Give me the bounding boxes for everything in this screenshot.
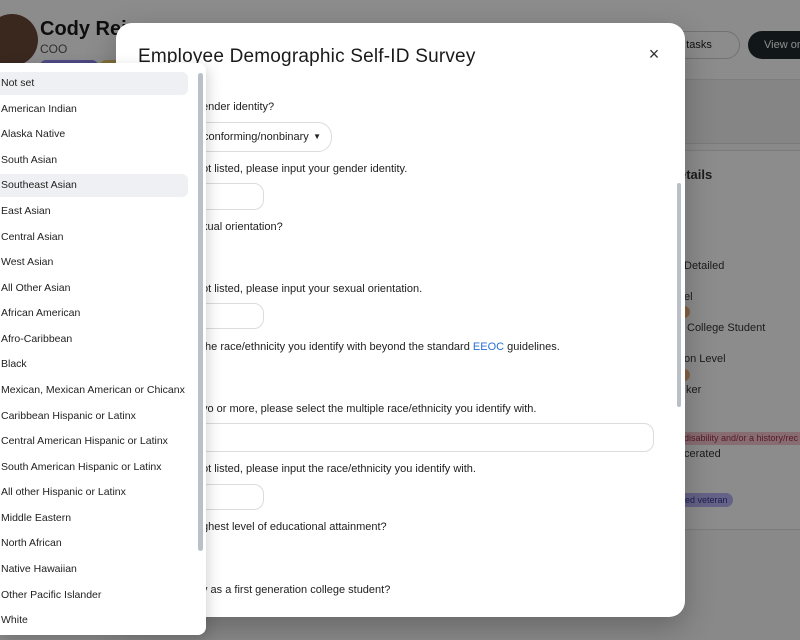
modal-scrollbar[interactable] xyxy=(677,183,681,407)
dropdown-option[interactable]: North African xyxy=(0,532,188,555)
chevron-down-icon: ▼ xyxy=(313,132,321,141)
dropdown-option[interactable]: All Other Asian xyxy=(0,277,188,300)
dropdown-option[interactable]: Native Hawaiian xyxy=(0,558,188,581)
question-orientation-other: ot listed, please input your sexual orie… xyxy=(202,283,423,295)
dropdown-option[interactable]: South Asian xyxy=(0,149,188,172)
question-gender-other: ot listed, please input your gender iden… xyxy=(202,163,408,175)
dropdown-option[interactable]: Middle Eastern xyxy=(0,507,188,530)
dropdown-option[interactable]: American Indian xyxy=(0,98,188,121)
dropdown-option[interactable]: Caribbean Hispanic or Latinx xyxy=(0,405,188,428)
dropdown-option[interactable]: Central Asian xyxy=(0,226,188,249)
dropdown-option[interactable]: Afro-Caribbean xyxy=(0,328,188,351)
dropdown-option[interactable]: South American Hispanic or Latinx xyxy=(0,456,188,479)
eeoc-link[interactable]: EEOC xyxy=(473,341,504,353)
question-first-generation: y as a first generation college student? xyxy=(202,584,391,596)
race-ethnicity-dropdown: Not set American Indian Alaska Native So… xyxy=(0,63,206,635)
question-race-detail: the race/ethnicity you identify with bey… xyxy=(202,341,560,353)
gender-select-value: conforming/nonbinary xyxy=(203,131,309,143)
dropdown-option[interactable]: Alaska Native xyxy=(0,123,188,146)
dropdown-option[interactable]: African American xyxy=(0,302,188,325)
question-education: ghest level of educational attainment? xyxy=(202,521,387,533)
guidelines-text: guidelines. xyxy=(507,341,560,353)
dropdown-option[interactable]: Southeast Asian xyxy=(0,174,188,197)
dropdown-option[interactable]: West Asian xyxy=(0,251,188,274)
dropdown-option[interactable]: Central American Hispanic or Latinx xyxy=(0,430,188,453)
question-race-detail-text: the race/ethnicity you identify with bey… xyxy=(202,341,470,353)
question-race-other: ot listed, please input the race/ethnici… xyxy=(202,463,476,475)
dropdown-scrollbar[interactable] xyxy=(198,73,203,551)
close-icon[interactable]: × xyxy=(643,43,665,65)
question-gender: ender identity? xyxy=(202,101,275,113)
dropdown-option[interactable]: Black xyxy=(0,353,188,376)
dropdown-option[interactable]: Mexican, Mexican American or Chicanx xyxy=(0,379,188,402)
dropdown-option[interactable]: White xyxy=(0,609,188,632)
dropdown-option[interactable]: All other Hispanic or Latinx xyxy=(0,481,188,504)
question-race-multiple: vo or more, please select the multiple r… xyxy=(202,403,537,415)
dropdown-option[interactable]: East Asian xyxy=(0,200,188,223)
question-sexual-orientation: xual orientation? xyxy=(202,221,283,233)
dropdown-option[interactable]: Not set xyxy=(0,72,188,95)
dropdown-option[interactable]: Other Pacific Islander xyxy=(0,584,188,607)
